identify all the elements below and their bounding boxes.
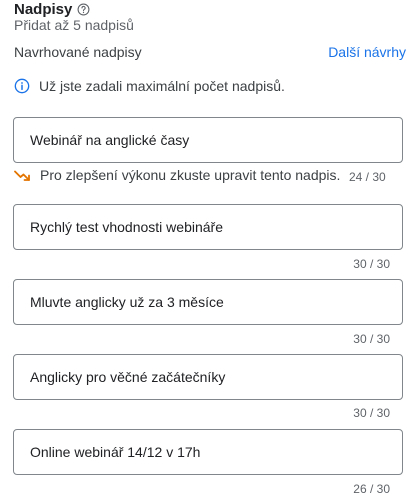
char-counter-1: 24 / 30	[349, 170, 386, 184]
section-subtitle: Přidat až 5 nadpisů	[14, 17, 134, 33]
section-header: Nadpisy	[14, 0, 90, 18]
info-text: Už jste zadali maximální počet nadpisů.	[39, 78, 285, 94]
info-icon	[14, 78, 30, 94]
headline-field-3[interactable]	[13, 279, 403, 325]
suggested-headlines-label: Navrhované nadpisy	[14, 44, 142, 60]
char-counter-5: 26 / 30	[353, 482, 390, 496]
warning-text: Pro zlepšení výkonu zkuste upravit tento…	[40, 167, 341, 183]
more-suggestions-link[interactable]: Další návrhy	[328, 44, 406, 60]
headline-input-2[interactable]	[14, 205, 402, 249]
info-message: Už jste zadali maximální počet nadpisů.	[14, 78, 285, 94]
headline-input-1[interactable]	[14, 118, 402, 162]
headline-field-2[interactable]	[13, 204, 403, 250]
char-counter-3: 30 / 30	[353, 332, 390, 346]
headline-warning: Pro zlepšení výkonu zkuste upravit tento…	[14, 167, 340, 183]
trending-down-icon	[14, 169, 32, 181]
headline-input-5[interactable]	[14, 430, 402, 474]
headline-field-1[interactable]	[13, 117, 403, 163]
section-title: Nadpisy	[14, 0, 73, 18]
help-icon[interactable]	[77, 3, 90, 16]
suggestions-row: Navrhované nadpisy Další návrhy	[14, 44, 406, 64]
char-counter-2: 30 / 30	[353, 257, 390, 271]
headline-input-3[interactable]	[14, 280, 402, 324]
char-counter-4: 30 / 30	[353, 406, 390, 420]
headline-field-4[interactable]	[13, 354, 403, 400]
headline-input-4[interactable]	[14, 355, 402, 399]
headline-field-5[interactable]	[13, 429, 403, 475]
